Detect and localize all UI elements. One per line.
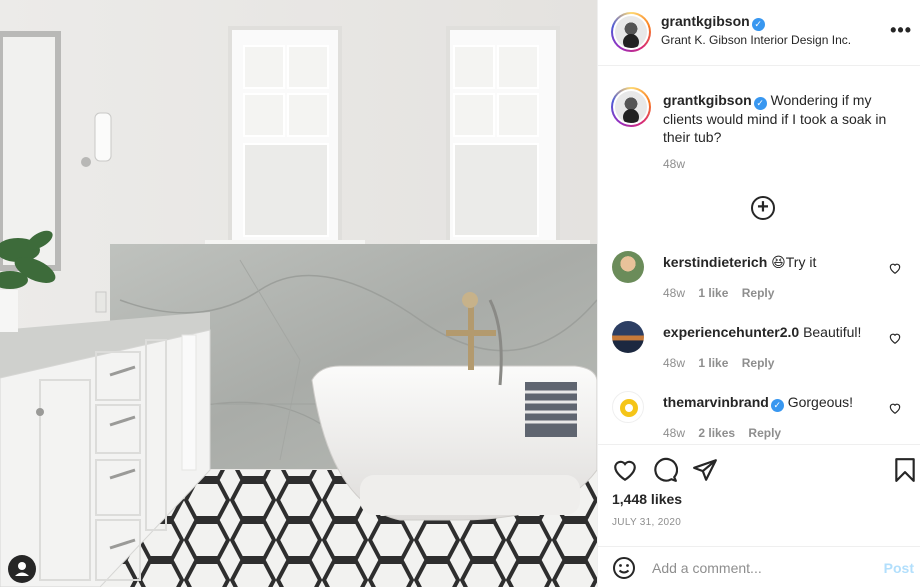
verified-badge-icon: ✓ — [751, 18, 765, 31]
comment-body: Try it — [785, 254, 817, 270]
comment-emoji: 😆 — [771, 254, 786, 270]
comment-text: kerstindieterich 😆Try it — [663, 254, 883, 271]
caption-text: grantkgibson ✓ Wondering if my clients wo… — [663, 91, 903, 146]
post-header: grantkgibson ✓ Grant K. Gibson Interior D… — [598, 0, 920, 66]
reply-button[interactable]: Reply — [748, 426, 781, 440]
commenter-username[interactable]: themarvinbrand — [663, 394, 769, 410]
comment-like-heart-icon[interactable] — [888, 401, 902, 415]
comment-meta: 48w 1 like Reply — [663, 356, 784, 370]
comment-likes[interactable]: 2 likes — [698, 426, 735, 440]
caption-avatar[interactable] — [611, 87, 651, 127]
comment-body: Gorgeous! — [787, 394, 854, 410]
caption-username[interactable]: grantkgibson — [663, 92, 752, 108]
reply-button[interactable]: Reply — [742, 286, 775, 300]
post-comment-button[interactable]: Post — [884, 560, 914, 576]
commenter-avatar[interactable] — [612, 321, 644, 353]
comment-item: kerstindieterich 😆Try it 48w 1 like Repl… — [598, 251, 920, 321]
comment-input[interactable] — [652, 557, 862, 579]
author-subtitle: Grant K. Gibson Interior Design Inc. — [661, 33, 852, 47]
bookmark-icon[interactable] — [892, 457, 918, 483]
commenter-username[interactable]: kerstindieterich — [663, 254, 767, 270]
comment-meta: 48w 1 like Reply — [663, 286, 784, 300]
caption-timestamp[interactable]: 48w — [663, 157, 685, 171]
comment-time[interactable]: 48w — [663, 356, 685, 370]
comment-like-heart-icon[interactable] — [888, 331, 902, 345]
commenter-username[interactable]: experiencehunter2.0 — [663, 324, 799, 340]
comment-like-heart-icon[interactable] — [888, 261, 902, 275]
comment-likes[interactable]: 1 like — [698, 286, 728, 300]
likes-count[interactable]: 1,448 likes — [612, 491, 682, 507]
comment-icon[interactable] — [652, 457, 678, 483]
comment-text: themarvinbrand ✓ Gorgeous! — [663, 394, 883, 412]
post-actions: 1,448 likes JULY 31, 2020 — [598, 444, 920, 544]
heart-icon[interactable] — [612, 457, 638, 483]
comment-body: Beautiful! — [803, 324, 862, 340]
post-sidebar: grantkgibson ✓ Grant K. Gibson Interior D… — [597, 0, 920, 587]
load-more-comments-icon[interactable]: + — [751, 196, 775, 220]
user-tag-icon[interactable] — [8, 555, 36, 583]
commenter-avatar[interactable] — [612, 251, 644, 283]
comment-likes[interactable]: 1 like — [698, 356, 728, 370]
comment-meta: 48w 2 likes Reply — [663, 426, 791, 440]
share-icon[interactable] — [692, 457, 718, 483]
comment-time[interactable]: 48w — [663, 426, 685, 440]
more-options-icon[interactable]: ••• — [890, 20, 912, 41]
smile-icon[interactable] — [612, 556, 636, 580]
post-image[interactable] — [0, 0, 597, 587]
bathroom-photo — [0, 0, 597, 587]
author-avatar[interactable] — [611, 12, 651, 52]
verified-badge-icon: ✓ — [770, 399, 784, 412]
author-username[interactable]: grantkgibson ✓ — [661, 13, 765, 31]
comment-time[interactable]: 48w — [663, 286, 685, 300]
comment-item: experiencehunter2.0 Beautiful! 48w 1 lik… — [598, 321, 920, 391]
verified-badge-icon: ✓ — [753, 97, 767, 110]
reply-button[interactable]: Reply — [742, 356, 775, 370]
commenter-avatar[interactable] — [612, 391, 644, 423]
add-comment-bar: Post — [598, 546, 920, 587]
post-date[interactable]: JULY 31, 2020 — [612, 517, 681, 528]
comment-text: experiencehunter2.0 Beautiful! — [663, 324, 883, 340]
